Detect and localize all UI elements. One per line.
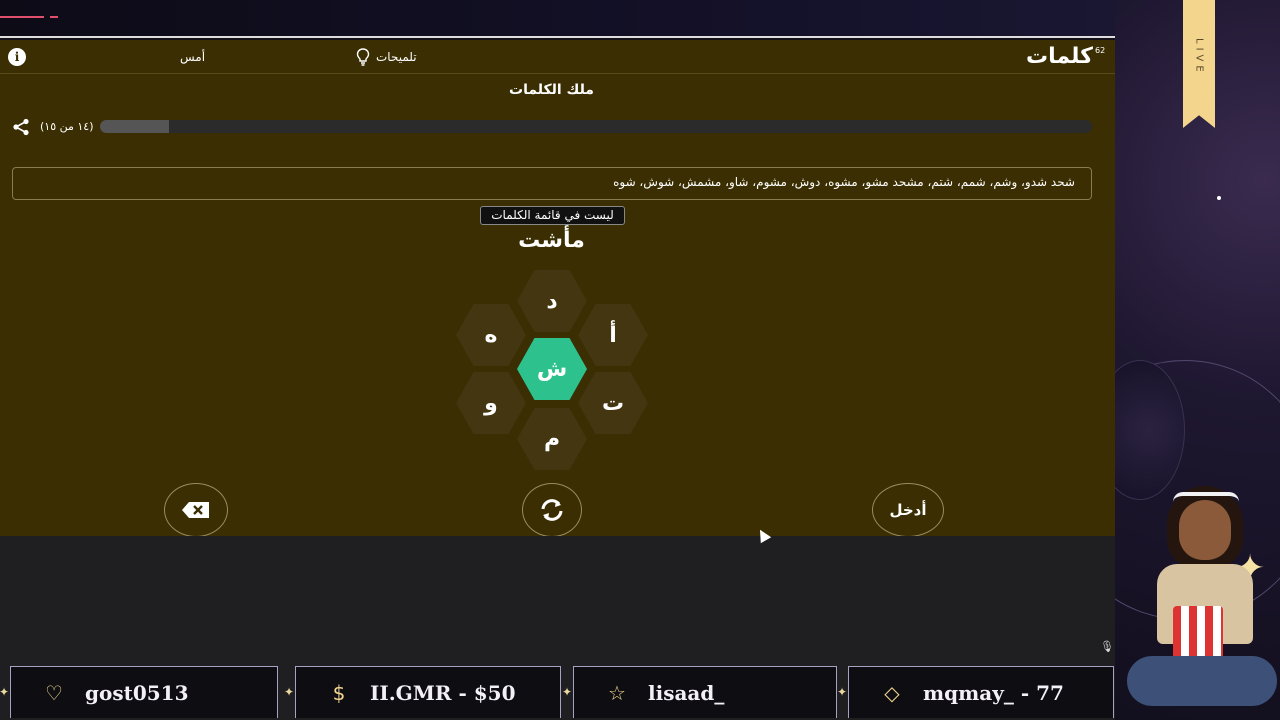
stream-overlay-scene: LIVE ✦ xyxy=(1115,0,1280,720)
yesterday-link[interactable]: أمس xyxy=(180,50,205,64)
progress-count: (١٤ من ١٥) xyxy=(40,120,94,133)
event-alert: ✦ ♡ gost0513 xyxy=(0,666,278,718)
event-text: gost0513 xyxy=(85,680,189,705)
diamond-icon: ◇ xyxy=(884,680,900,705)
enter-button[interactable]: أدخل xyxy=(872,483,944,537)
shuffle-button[interactable] xyxy=(522,483,582,537)
lightbulb-icon xyxy=(356,48,370,66)
event-alert: ✦ $ II.GMR - $50 xyxy=(284,666,561,718)
star-decoration xyxy=(1217,196,1221,200)
letter-tile-top-right[interactable]: أ xyxy=(578,304,648,366)
hints-button[interactable]: تلميحات xyxy=(356,48,417,66)
hints-label: تلميحات xyxy=(376,50,417,64)
letter-tile-bottom-left[interactable]: و xyxy=(456,372,526,434)
streamer-avatar-illustration xyxy=(1127,486,1277,720)
game-logo-number: 62 xyxy=(1095,46,1106,55)
decor-dash xyxy=(0,16,44,18)
popcorn-icon xyxy=(1173,606,1223,662)
backspace-icon xyxy=(182,502,209,518)
letter-tile-top-left[interactable]: ه xyxy=(456,304,526,366)
heart-icon: ♡ xyxy=(45,680,63,705)
letter-tile-bottom[interactable]: م xyxy=(517,408,587,470)
word-game-panel: i أمس تلميحات كلمات 62 ملك الكلمات (١٤ م… xyxy=(0,40,1115,537)
event-text: mqmay_ - 77 xyxy=(923,680,1064,705)
decor-line xyxy=(0,36,1115,38)
star-icon: ☆ xyxy=(608,680,626,705)
refresh-icon xyxy=(541,499,563,521)
share-icon[interactable] xyxy=(12,118,30,136)
recent-events-bar: ✦ ♡ gost0513 ✦ $ II.GMR - $50 ✦ ☆ lisaad… xyxy=(0,662,1115,720)
game-logo: كلمات xyxy=(1026,44,1094,69)
dollar-icon: $ xyxy=(332,680,346,705)
decor-dash xyxy=(50,16,58,18)
progress-fill xyxy=(100,120,170,133)
delete-button[interactable] xyxy=(164,483,228,537)
event-alert: ✦ ☆ lisaad_ xyxy=(562,666,837,718)
current-word-input: مأشت xyxy=(518,228,585,253)
progress-bar xyxy=(100,120,1092,133)
sparkle-icon: ✦ xyxy=(0,685,10,699)
info-icon[interactable]: i xyxy=(8,48,26,66)
event-text: lisaad_ xyxy=(648,680,725,705)
event-text: II.GMR - $50 xyxy=(370,680,516,705)
mic-icon: 🎙 xyxy=(1100,640,1114,653)
sparkle-icon: ✦ xyxy=(562,685,573,699)
letter-tile-top[interactable]: د xyxy=(517,270,587,332)
letter-tile-bottom-right[interactable]: ت xyxy=(578,372,648,434)
letter-tile-center[interactable]: ش xyxy=(517,338,587,400)
sparkle-icon: ✦ xyxy=(284,685,295,699)
sparkle-icon: ✦ xyxy=(837,685,848,699)
event-alert: ✦ ◇ mqmay_ - 77 xyxy=(837,666,1114,718)
game-header: i أمس تلميحات كلمات 62 xyxy=(0,40,1115,74)
found-words-list[interactable]: شحد شدو، وشم، شمم، شتم، مشحد مشو، مشوه، … xyxy=(12,167,1092,200)
stream-top-strip xyxy=(0,0,1280,38)
live-tag: LIVE xyxy=(1183,0,1215,128)
not-in-list-toast: ليست في قائمة الكلمات xyxy=(480,206,625,225)
level-title: ملك الكلمات xyxy=(509,82,594,98)
